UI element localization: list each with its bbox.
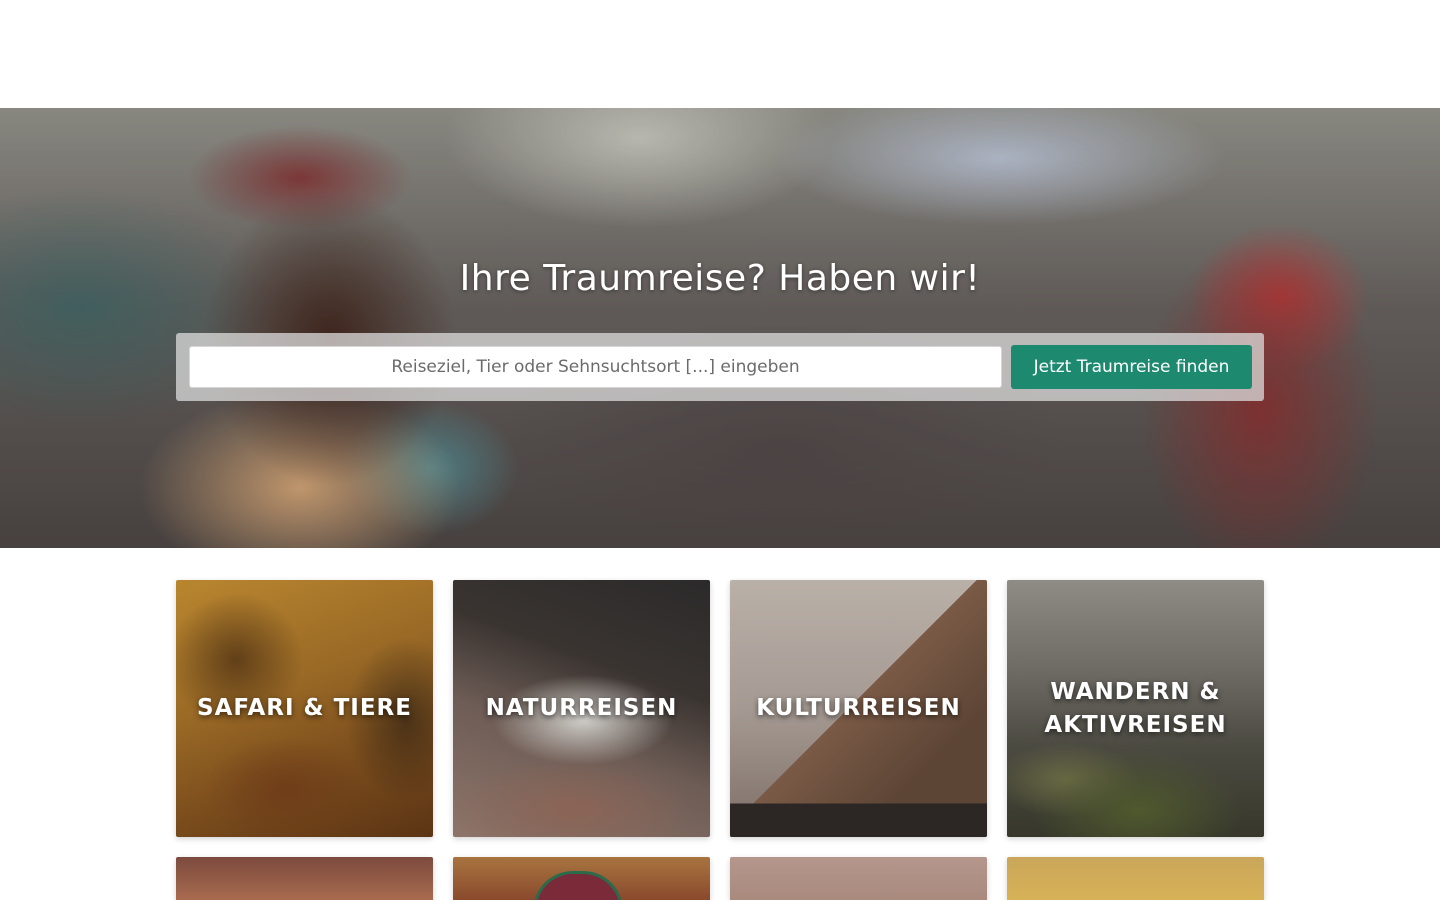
- search-panel: Jetzt Traumreise finden: [176, 333, 1264, 401]
- top-header: [0, 0, 1440, 108]
- category-image-partial: [533, 871, 623, 900]
- category-tile-partial[interactable]: [730, 857, 987, 900]
- hero-title: Ihre Traumreise? Haben wir!: [459, 258, 981, 299]
- category-tile-safari[interactable]: SAFARI & TIERE: [176, 580, 433, 837]
- category-label: NATURREISEN: [485, 695, 678, 721]
- category-label: KULTURREISEN: [756, 695, 961, 721]
- find-trip-button[interactable]: Jetzt Traumreise finden: [1011, 345, 1252, 389]
- category-tile-partial[interactable]: [453, 857, 710, 900]
- category-tile-partial[interactable]: [1007, 857, 1264, 900]
- search-input[interactable]: [189, 346, 1002, 388]
- category-label: SAFARI & TIERE: [197, 695, 412, 721]
- category-tile-natur[interactable]: NATURREISEN: [453, 580, 710, 837]
- category-tile-wandern[interactable]: WANDERN & AKTIVREISEN: [1007, 580, 1264, 837]
- category-label: WANDERN & AKTIVREISEN: [1044, 678, 1227, 738]
- category-tile-kultur[interactable]: KULTURREISEN: [730, 580, 987, 837]
- category-tile-partial[interactable]: [176, 857, 433, 900]
- hero-banner: Ihre Traumreise? Haben wir! Jetzt Traumr…: [0, 108, 1440, 548]
